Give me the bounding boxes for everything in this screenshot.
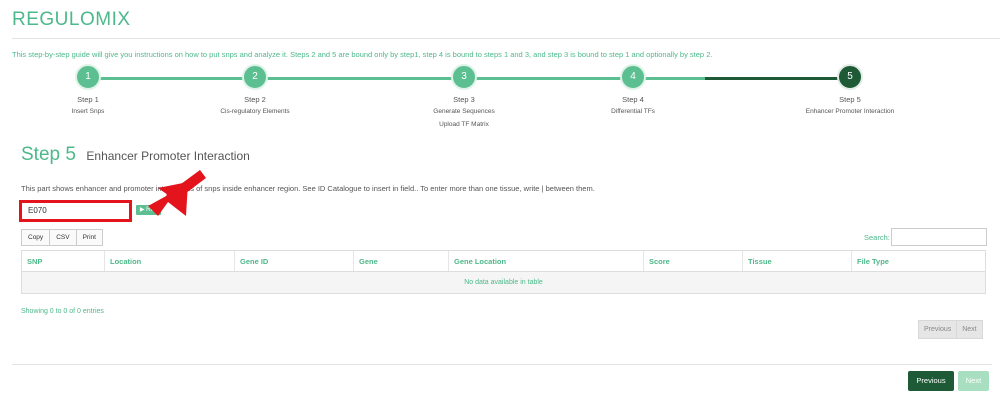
table-header: SNP Location Gene ID Gene Gene Location … bbox=[22, 251, 985, 272]
table-info: Showing 0 to 0 of 0 entries bbox=[21, 308, 104, 315]
pagination-previous-button[interactable]: Previous bbox=[918, 320, 958, 339]
wizard-step-2[interactable]: 2 Step 2 Cis-regulatory Elements bbox=[185, 64, 325, 117]
search-label: Search: bbox=[864, 232, 890, 242]
section-step: Step 5 bbox=[21, 144, 76, 165]
step-description-secondary: Upload TF Matrix bbox=[439, 121, 489, 128]
section-title: Enhancer Promoter Interaction bbox=[86, 149, 250, 163]
wizard-step-4[interactable]: 4 Step 4 Differential TFs bbox=[563, 64, 703, 117]
step-description: Differential TFs bbox=[611, 108, 655, 115]
step-description: Insert Snps bbox=[71, 108, 105, 115]
step-circle[interactable]: 2 bbox=[242, 64, 268, 90]
column-header-file-type[interactable]: File Type bbox=[852, 251, 985, 271]
csv-button[interactable]: CSV bbox=[49, 229, 77, 246]
results-table: SNP Location Gene ID Gene Gene Location … bbox=[21, 250, 986, 294]
step-label: Step 5 bbox=[839, 95, 861, 104]
wizard-next-button[interactable]: Next bbox=[958, 371, 989, 391]
step-circle-active[interactable]: 5 bbox=[837, 64, 863, 90]
step-label: Step 3 bbox=[453, 95, 475, 104]
brand-logo: REGULOMIX bbox=[12, 9, 131, 30]
wizard-previous-button[interactable]: Previous bbox=[908, 371, 954, 391]
copy-button[interactable]: Copy bbox=[21, 229, 51, 246]
step-description: Enhancer Promoter Interaction bbox=[805, 108, 895, 115]
red-arrow-annotation-icon bbox=[148, 170, 206, 216]
table-export-buttons: Copy CSV Print bbox=[21, 229, 103, 246]
column-header-tissue[interactable]: Tissue bbox=[743, 251, 852, 271]
step-label: Step 2 bbox=[244, 95, 266, 104]
pagination-next-button[interactable]: Next bbox=[956, 320, 983, 339]
step-circle[interactable]: 3 bbox=[451, 64, 477, 90]
step-label: Step 4 bbox=[622, 95, 644, 104]
column-header-gene[interactable]: Gene bbox=[354, 251, 449, 271]
section-heading: Step 5 Enhancer Promoter Interaction bbox=[21, 144, 250, 166]
column-header-score[interactable]: Score bbox=[644, 251, 743, 271]
step-wizard: 1 Step 1 Insert Snps 2 Step 2 Cis-regula… bbox=[0, 64, 1000, 134]
step-description: Generate Sequences bbox=[433, 108, 495, 115]
empty-table-message: No data available in table bbox=[22, 272, 985, 293]
column-header-gene-id[interactable]: Gene ID bbox=[235, 251, 354, 271]
footer-divider bbox=[12, 364, 992, 365]
print-button[interactable]: Print bbox=[75, 229, 103, 246]
step-label: Step 1 bbox=[77, 95, 99, 104]
header-divider bbox=[12, 38, 1000, 39]
step-description: Cis-regulatory Elements bbox=[220, 108, 290, 115]
wizard-step-3[interactable]: 3 Step 3 Generate Sequences Upload TF Ma… bbox=[394, 64, 534, 130]
tissue-input[interactable]: E070 bbox=[19, 200, 132, 222]
step-circle[interactable]: 1 bbox=[75, 64, 101, 90]
column-header-snp[interactable]: SNP bbox=[22, 251, 105, 271]
table-search: Search: bbox=[864, 228, 987, 246]
search-input[interactable] bbox=[890, 228, 987, 246]
section-description: This part shows enhancer and promoter in… bbox=[21, 184, 595, 193]
wizard-step-5[interactable]: 5 Step 5 Enhancer Promoter Interaction bbox=[780, 64, 920, 117]
step-circle[interactable]: 4 bbox=[620, 64, 646, 90]
column-header-gene-location[interactable]: Gene Location bbox=[449, 251, 644, 271]
column-header-location[interactable]: Location bbox=[105, 251, 235, 271]
table-pagination: Previous Next bbox=[918, 320, 983, 339]
wizard-step-1[interactable]: 1 Step 1 Insert Snps bbox=[18, 64, 158, 117]
guide-intro: This step-by-step guide will give you in… bbox=[12, 50, 713, 59]
